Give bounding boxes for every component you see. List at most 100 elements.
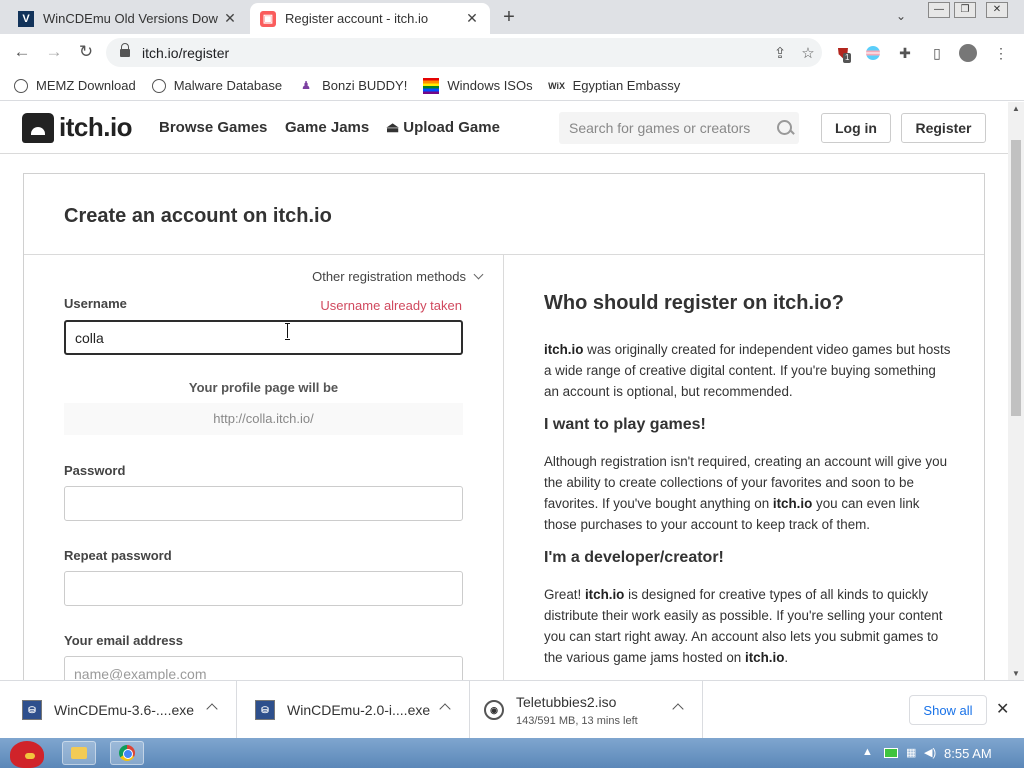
extensions-puzzle-icon[interactable]: ✚ [896,44,914,62]
tray-expand-icon[interactable]: ▲ [862,746,873,758]
battery-icon[interactable] [884,748,898,758]
nav-browse-games[interactable]: Browse Games [159,119,267,136]
other-registration-methods[interactable]: Other registration methods [312,269,484,284]
url-text[interactable]: itch.io/register [142,45,766,61]
lock-icon[interactable] [120,42,130,58]
nav-game-jams[interactable]: Game Jams [285,119,369,136]
new-tab-button[interactable]: + [498,6,520,29]
profile-avatar-icon[interactable] [959,44,977,62]
bookmark-memz[interactable]: MEMZ Download [14,78,136,93]
download-item[interactable]: ⛁ WinCDEmu-3.6-....exe [0,681,237,739]
username-label: Username [64,296,127,311]
exe-file-icon: ⛁ [255,700,275,720]
email-input[interactable] [64,656,463,680]
login-button[interactable]: Log in [821,113,891,143]
tab-strip: V WinCDEmu Old Versions Dow ✕ ▣ Register… [0,0,1024,34]
bookmark-malware-database[interactable]: Malware Database [151,78,283,93]
download-status: 143/591 MB, 13 mins left [516,714,638,727]
bookmark-windows-isos[interactable]: Windows ISOs [423,77,533,94]
nav-upload-game[interactable]: ⏏ Upload Game [386,119,500,136]
chevron-up-icon[interactable] [206,703,218,715]
taskbar-explorer[interactable] [62,741,96,765]
bookmark-label: Windows ISOs [447,78,533,93]
wincdemu-icon: V [18,10,34,27]
bookmark-label: Egyptian Embassy [572,78,681,93]
scrollbar-thumb[interactable] [1011,140,1021,416]
start-button[interactable] [4,738,48,768]
tab-title: Register account - itch.io [285,11,429,26]
download-item[interactable]: ◉ Teletubbies2.iso 143/591 MB, 13 mins l… [470,681,703,739]
search-icon[interactable] [773,118,799,138]
tab-title: WinCDEmu Old Versions Dow [43,11,218,26]
show-all-button[interactable]: Show all [909,695,987,725]
search-input[interactable] [569,120,773,136]
download-info: Teletubbies2.iso 143/591 MB, 13 mins lef… [516,694,638,727]
browser-toolbar: ← → ↻ itch.io/register ⇪ ☆ ⛊1 ✚ ▯ ⋮ [0,34,1024,71]
close-icon[interactable]: ✕ [996,699,1009,719]
info-paragraph: Great! itch.io is designed for creative … [544,584,954,668]
brand-text: itch.io [772,496,813,511]
bookmark-label: Malware Database [173,78,283,93]
share-icon[interactable]: ⇪ [766,44,794,62]
bookmark-label: Bonzi BUDDY! [322,78,408,93]
forward-icon[interactable]: → [42,41,66,65]
browser-menu-icon[interactable]: ⋮ [992,44,1010,62]
back-icon[interactable]: ← [10,41,34,65]
download-shelf: ⛁ WinCDEmu-3.6-....exe ⛁ WinCDEmu-2.0-i.… [0,680,1024,739]
scroll-down-icon[interactable]: ▼ [1012,669,1020,678]
play-heading: I want to play games! [544,416,706,433]
divider [24,254,984,255]
itch-icon: ▣ [260,10,276,27]
bonzi-icon: ♟ [301,80,312,92]
profile-url: http://colla.itch.io/ [64,403,463,435]
bookmark-egyptian-embassy[interactable]: WiX Egyptian Embassy [548,78,681,94]
page-title: Create an account on itch.io [64,205,332,227]
bookmark-star-icon[interactable]: ☆ [794,44,822,62]
angry-bird-icon [10,741,44,768]
repeat-password-input[interactable] [64,571,463,606]
download-item[interactable]: ⛁ WinCDEmu-2.0-i....exe [237,681,470,739]
clock[interactable]: 8:55 AM [944,746,992,761]
profile-page-label: Your profile page will be [188,380,339,395]
password-input[interactable] [64,486,463,521]
tab-wincdemu[interactable]: V WinCDEmu Old Versions Dow ✕ [8,3,248,34]
ublock-extension-icon[interactable]: ⛊1 [834,44,852,63]
register-button[interactable]: Register [901,113,986,143]
volume-icon[interactable]: ◀) [924,746,936,759]
extension-badge: 1 [843,53,852,63]
logo-text: itch.io [59,112,133,142]
close-icon[interactable]: ✕ [464,10,480,27]
pride-extension-icon[interactable] [864,44,882,62]
tab-register[interactable]: ▣ Register account - itch.io ✕ [250,3,490,34]
address-bar[interactable]: itch.io/register ⇪ ☆ [106,38,822,67]
taskbar-chrome[interactable] [110,741,144,765]
brand-text: itch.io [544,342,584,357]
close-icon[interactable]: ✕ [222,10,238,27]
developer-heading: I'm a developer/creator! [544,549,724,566]
page-viewport: itch.io Browse Games Game Jams ⏏ Upload G… [0,102,1008,680]
scroll-up-icon[interactable]: ▲ [1012,104,1020,113]
upload-icon: ⏏ [386,119,400,135]
email-label: Your email address [64,633,183,648]
side-panel-icon[interactable]: ▯ [928,44,946,62]
site-header: itch.io Browse Games Game Jams ⏏ Upload G… [0,102,1008,154]
username-input[interactable] [64,320,463,355]
window-close-button[interactable]: ✕ [986,2,1008,18]
bookmark-bonzi[interactable]: ♟ Bonzi BUDDY! [298,78,407,94]
itch-logo[interactable]: itch.io [22,112,133,143]
restore-button[interactable]: ❐ [954,2,976,18]
repeat-password-label: Repeat password [64,548,172,563]
wix-icon: WiX [548,80,566,91]
chevron-up-icon[interactable] [439,703,451,715]
site-search[interactable] [559,112,799,144]
chevron-down-icon [473,269,484,280]
tab-search-icon[interactable]: ⌄ [896,9,906,23]
globe-icon [151,78,166,93]
chevron-up-icon[interactable] [672,703,684,715]
info-paragraph: itch.io was originally created for indep… [544,339,954,402]
reload-icon[interactable]: ↻ [74,41,98,65]
page-scrollbar[interactable]: ▲ ▼ [1008,102,1024,680]
paragraph-text: Great! [544,587,585,602]
network-icon[interactable]: ▦ [906,746,916,759]
minimize-button[interactable]: — [928,2,950,18]
